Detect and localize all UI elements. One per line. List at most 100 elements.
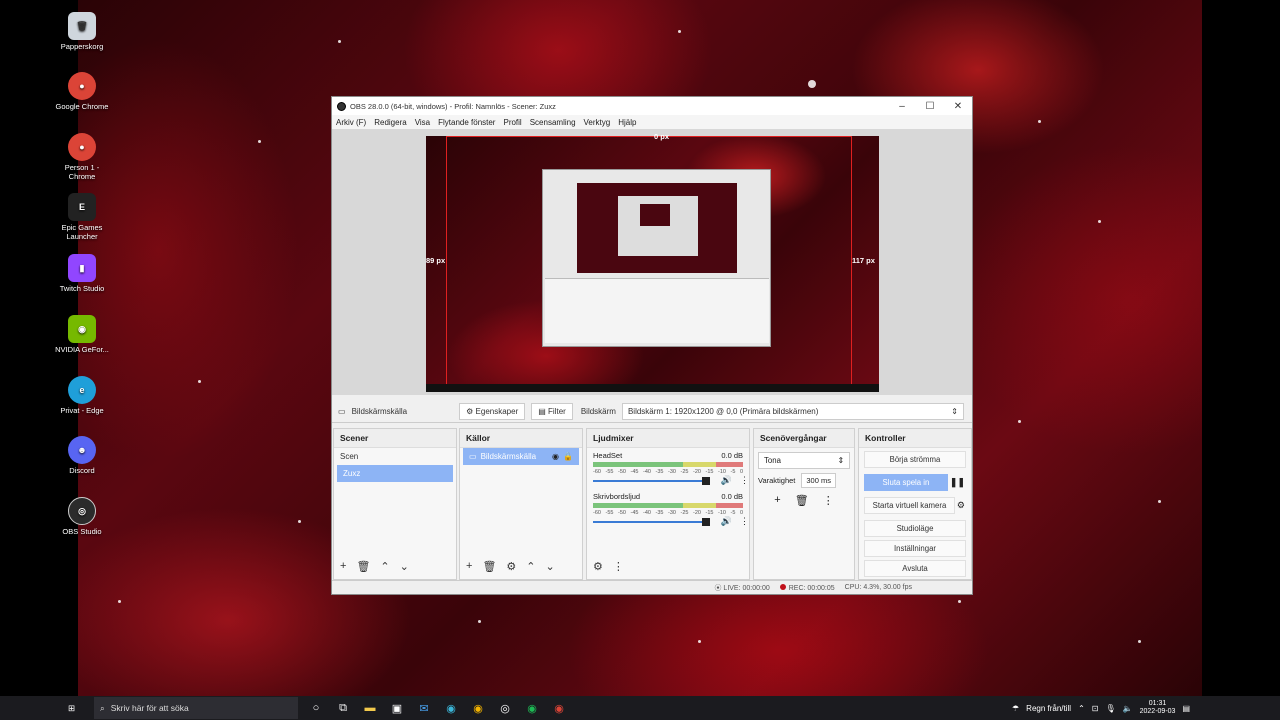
move-down-icon[interactable]: ⌄ [400,560,409,573]
more-icon[interactable]: ⋮ [740,475,749,486]
clock-time: 01:31 [1148,700,1167,707]
trash-icon[interactable]: 🗑 [356,560,370,573]
transition-select[interactable]: Tona ⇕ [758,452,850,469]
volume-meter [593,462,743,467]
task-view-icon[interactable]: ⧉ [335,700,351,716]
settings-button[interactable]: Inställningar [864,540,966,557]
speaker-icon[interactable]: 🔊 [721,516,732,527]
menu-scene-collection[interactable]: Scensamling [530,118,576,127]
preview-area[interactable]: 0 px 89 px 117 px [332,129,972,395]
mail-icon[interactable]: ✉ [416,700,432,716]
menu-view[interactable]: Visa [415,118,430,127]
nvidia-icon: ◉ [68,315,96,343]
title-bar: OBS 28.0.0 (64-bit, windows) - Profil: N… [332,97,972,115]
taskbar-search[interactable]: ⌕ Skriv här för att söka [94,697,298,719]
discord-icon: ☻ [68,436,96,464]
gear-icon[interactable]: ⚙ [957,500,965,511]
exit-button[interactable]: Avsluta [864,560,966,577]
scene-item-active[interactable]: Zuxz [337,465,453,482]
start-streaming-button[interactable]: Börja strömma [864,451,966,468]
obs-icon[interactable]: ◎ [497,700,513,716]
gear-icon[interactable]: ⚙ [506,560,516,573]
menu-edit[interactable]: Redigera [374,118,406,127]
filter-button[interactable]: ▤ Filter [531,403,573,420]
trash-icon[interactable]: 🗑 [482,560,496,573]
speaker-icon[interactable]: 🔊 [721,475,732,486]
advanced-audio-gear-icon[interactable]: ⚙ [593,560,603,573]
edge-icon[interactable]: ◉ [443,700,459,716]
top-px-label: 0 px [654,132,670,141]
file-explorer-icon[interactable]: ▬ [362,700,378,716]
obs-window: OBS 28.0.0 (64-bit, windows) - Profil: N… [331,96,973,595]
desktop-icon-twitch-studio[interactable]: ▮ Twitch Studio [54,254,110,293]
monitor-icon: ▭ [338,407,346,416]
store-icon[interactable]: ▣ [389,700,405,716]
cortana-icon[interactable]: ○ [308,700,324,716]
obs-logo-icon [337,101,346,111]
studio-mode-button[interactable]: Studioläge [864,520,966,537]
add-scene-icon[interactable]: + [340,560,346,573]
channel-name: HeadSet [593,451,623,460]
desktop-icon-obs[interactable]: ◎ OBS Studio [54,497,110,536]
properties-button[interactable]: ⚙ Egenskaper [459,403,526,420]
notification-icon[interactable]: ▤ [1182,704,1190,713]
desktop-icon-nvidia[interactable]: ◉ NVIDIA GeFor... [54,315,110,354]
menu-help[interactable]: Hjälp [618,118,636,127]
move-up-icon[interactable]: ⌃ [526,560,535,573]
menu-profile[interactable]: Profil [503,118,521,127]
pause-icon[interactable]: ❚❚ [950,477,965,488]
desktop-icon-label: Discord [69,466,95,475]
add-transition-icon[interactable]: + [774,494,780,507]
desktop-icon-edge[interactable]: e Privat - Edge [54,376,110,415]
source-item[interactable]: ▭ Bildskärmskälla ◉ 🔒 [463,448,579,465]
more-icon[interactable]: ⋮ [823,494,834,507]
volume-slider[interactable] [593,517,710,526]
more-icon[interactable]: ⋮ [613,560,624,573]
spotify-icon[interactable]: ◉ [524,700,540,716]
desktop-icon-google-chrome[interactable]: ● Google Chrome [54,72,110,111]
network-icon[interactable]: ⊡ [1092,704,1099,713]
volume-slider[interactable] [593,476,710,485]
add-source-icon[interactable]: + [466,560,472,573]
desktop-icon-recycle-bin[interactable]: 🗑 Papperskorg [54,12,110,51]
stop-recording-button[interactable]: Sluta spela in [864,474,948,491]
desktop-icon-label: Google Chrome [55,102,109,111]
preview-canvas[interactable]: 0 px 89 px 117 px [426,132,879,392]
desktop-icon-discord[interactable]: ☻ Discord [54,436,110,475]
source-name-label: Bildskärmskälla [351,407,408,416]
chrome-icon: ● [68,72,96,100]
chrome-icon[interactable]: ◉ [470,700,486,716]
scene-item[interactable]: Scen [334,448,456,465]
volume-icon[interactable]: 🔈 [1123,704,1133,713]
desktop-icon-epic-games[interactable]: E Epic Games Launcher [54,193,110,241]
more-icon[interactable]: ⋮ [740,516,749,527]
chrome-profile-icon[interactable]: ◉ [551,700,567,716]
menu-file[interactable]: Arkiv (F) [336,118,366,127]
chevron-up-icon[interactable]: ⌃ [1078,704,1085,713]
record-dot-icon [779,583,786,590]
menu-tools[interactable]: Verktyg [584,118,611,127]
weather-text[interactable]: Regn från/till [1026,704,1071,713]
desktop-icon-label: NVIDIA GeFor... [55,345,109,354]
source-item-label: Bildskärmskälla [480,452,537,461]
microphone-icon[interactable]: 🎙 [1106,704,1116,713]
eye-icon[interactable]: ◉ [552,452,559,461]
controls-title: Kontroller [859,429,971,448]
trash-icon[interactable]: 🗑 [795,494,809,507]
duration-input[interactable]: 300 ms [801,473,836,488]
minimize-button[interactable]: – [888,101,916,112]
display-select[interactable]: Bildskärm 1: 1920x1200 @ 0,0 (Primära bi… [621,403,964,420]
weather-icon: ☂ [1012,703,1020,713]
windows-start-icon[interactable]: ⊞ [68,703,86,714]
start-virtual-camera-button[interactable]: Starta virtuell kamera [864,497,955,514]
menu-docks[interactable]: Flytande fönster [438,118,495,127]
clock[interactable]: 01:31 2022-09-03 [1140,700,1176,716]
move-down-icon[interactable]: ⌄ [546,560,555,573]
scenes-dock: Scener Scen Zuxz + 🗑 ⌃ ⌄ [333,428,457,580]
maximize-button[interactable]: ☐ [916,101,944,112]
desktop-icon-person-chrome[interactable]: ● Person 1 - Chrome [54,133,110,181]
move-up-icon[interactable]: ⌃ [380,560,389,573]
lock-icon[interactable]: 🔒 [563,452,573,461]
selection-box[interactable] [446,136,852,392]
close-button[interactable]: ✕ [944,101,972,112]
